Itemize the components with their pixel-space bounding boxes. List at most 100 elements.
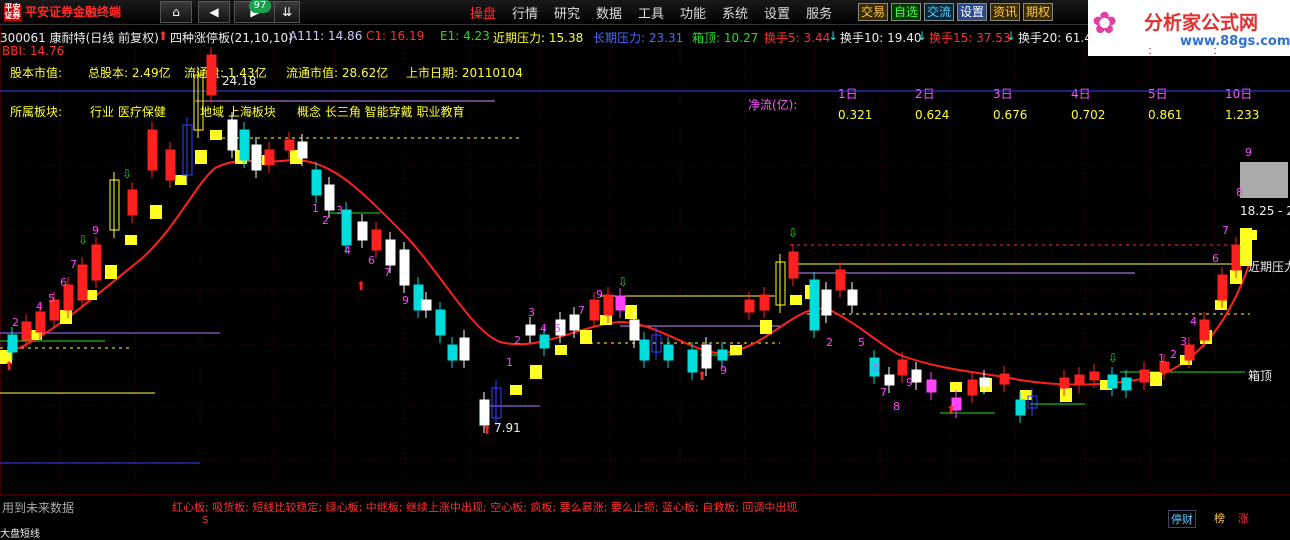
stop-finance-button[interactable]: 停财 xyxy=(1168,510,1196,528)
step-number-29: 3 xyxy=(1180,335,1187,348)
step-block-30 xyxy=(1200,330,1212,344)
menu-services[interactable]: 服务 xyxy=(806,3,832,22)
candle-body-24 xyxy=(371,229,382,251)
indicator-legend: 红心板; 吸货板; 短线比较稳定; 绿心板; 中继板; 继续上涨中出现; 空心板… xyxy=(172,501,798,514)
step-number-19: 9 xyxy=(596,288,603,301)
netflow-value-2: 0.624 xyxy=(915,108,950,122)
candle-body-51 xyxy=(788,251,799,279)
step-number-14: 2 xyxy=(514,334,521,347)
candle-body-46 xyxy=(701,344,712,369)
menu-system[interactable]: 系统 xyxy=(722,3,748,22)
step-number-1: 4 xyxy=(36,300,43,313)
candle-body-31 xyxy=(459,337,470,361)
turnover20-value: 换手20: 61.4 xyxy=(1018,31,1092,45)
brand-title: 平安证券金融终端 xyxy=(25,5,122,19)
candle-body-39 xyxy=(603,294,614,316)
candle-body-60 xyxy=(926,379,937,393)
quick-trade-button[interactable]: 交易 xyxy=(858,3,889,21)
step-block-18 xyxy=(625,305,637,319)
candle-body-0 xyxy=(7,334,18,353)
netflow-value-10: 1.233 xyxy=(1225,108,1260,122)
step-block-21 xyxy=(790,295,802,305)
candle-body-58 xyxy=(897,359,908,376)
step-block-13 xyxy=(510,385,522,395)
candle-body-43 xyxy=(651,334,662,353)
candle-body-63 xyxy=(979,377,990,387)
candle-body-56 xyxy=(869,357,880,377)
menu-quotes[interactable]: 行情 xyxy=(512,3,538,22)
menu-settings[interactable]: 设置 xyxy=(764,3,790,22)
candle-body-53 xyxy=(821,289,832,316)
turnover5-value: 换手5: 3.44 xyxy=(764,31,831,45)
quick-options-button[interactable]: 期权 xyxy=(1023,3,1054,21)
menu-research[interactable]: 研究 xyxy=(554,3,580,22)
step-block-16 xyxy=(580,330,592,344)
signal-markers: ⇩⇩⇩⇩⇩⬆⬆⬆⬆⬆24567912346791234 57992 567891 23… xyxy=(4,146,1252,437)
brand-logo: 平安证券 xyxy=(4,3,21,21)
menu-data[interactable]: 数据 xyxy=(596,3,622,22)
a111-value: A111: 14.86 xyxy=(289,29,363,43)
float-value: 流通市值: 28.62亿 xyxy=(286,66,389,80)
c1-value: C1: 16.19 xyxy=(366,29,425,43)
step-block-33 xyxy=(1245,230,1257,240)
menu-functions[interactable]: 功能 xyxy=(680,3,706,22)
signal-arrow-icon-8: ⬆ xyxy=(697,369,707,383)
step-block-0 xyxy=(0,350,12,364)
down-button[interactable]: ⇊ xyxy=(274,1,300,23)
back-button[interactable]: ◀ xyxy=(198,1,230,23)
step-number-18: 7 xyxy=(578,304,585,317)
home-button[interactable]: ⌂ xyxy=(160,1,192,23)
candle-body-10 xyxy=(165,149,176,181)
netflow-day-2: 2日 xyxy=(915,87,935,101)
watermark-url: www.88gs.com xyxy=(1180,34,1290,49)
menu-trade[interactable]: 操盘 xyxy=(470,3,496,22)
netflow-label: 净流(亿): xyxy=(748,98,798,112)
quick-watchlist-button[interactable]: 自选 xyxy=(891,3,922,21)
candle-body-62 xyxy=(967,379,978,396)
candle-body-68 xyxy=(1074,374,1085,386)
ma-curve xyxy=(0,158,1251,386)
step-block-6 xyxy=(150,205,162,219)
indicator-name: 四种涨停板(21,10,10) xyxy=(170,31,293,45)
candle-body-5 xyxy=(77,264,88,301)
candle-body-74 xyxy=(1184,344,1195,361)
forward-button[interactable]: ▶97 xyxy=(234,0,276,23)
step-number-28: 2 xyxy=(1170,348,1177,361)
candle-body-26 xyxy=(399,249,410,286)
candle-body-37 xyxy=(569,314,580,331)
step-block-22 xyxy=(805,285,817,299)
step-block-11 xyxy=(262,155,274,165)
step-block-27 xyxy=(1100,380,1112,390)
candle-body-64 xyxy=(999,373,1010,385)
step-block-12 xyxy=(290,150,302,164)
future-data-note: 用到未来数据 xyxy=(2,501,75,515)
menu-tools[interactable]: 工具 xyxy=(638,3,664,22)
step-block-7 xyxy=(175,175,187,185)
candle-body-15 xyxy=(239,129,250,161)
candle-body-72 xyxy=(1139,369,1150,383)
netflow-day-10: 10日 xyxy=(1225,87,1253,101)
step-number-12: 9 xyxy=(402,294,409,307)
quick-settings-button[interactable]: 设置 xyxy=(957,3,988,21)
candle-body-27 xyxy=(413,284,424,311)
netflow-day-3: 3日 xyxy=(993,87,1013,101)
near-pressure-label: 近期压力 xyxy=(1248,260,1290,274)
rank-button[interactable]: 榜 xyxy=(1214,510,1225,526)
step-block-2 xyxy=(60,310,72,324)
step-number-22: 5 xyxy=(858,336,865,349)
step-number-0: 2 xyxy=(12,316,19,329)
candle-body-76 xyxy=(1217,274,1228,301)
quick-chat-button[interactable]: 交流 xyxy=(924,3,955,21)
rise-button[interactable]: 涨 xyxy=(1238,510,1249,526)
step-number-20: 9 xyxy=(720,364,727,377)
quick-news-button[interactable]: 资讯 xyxy=(990,3,1021,21)
step-number-34: 9 xyxy=(1245,146,1252,159)
step-number-24: 7 xyxy=(880,386,887,399)
netflow-value-5: 0.861 xyxy=(1148,108,1183,122)
signal-arrow-icon-1: ⇩ xyxy=(78,233,88,247)
candle-body-40 xyxy=(615,295,626,311)
candle-body-4 xyxy=(63,284,74,311)
step-number-32: 7 xyxy=(1222,224,1229,237)
chart-grid xyxy=(0,25,1290,496)
list-date: 上市日期: 20110104 xyxy=(406,66,523,80)
